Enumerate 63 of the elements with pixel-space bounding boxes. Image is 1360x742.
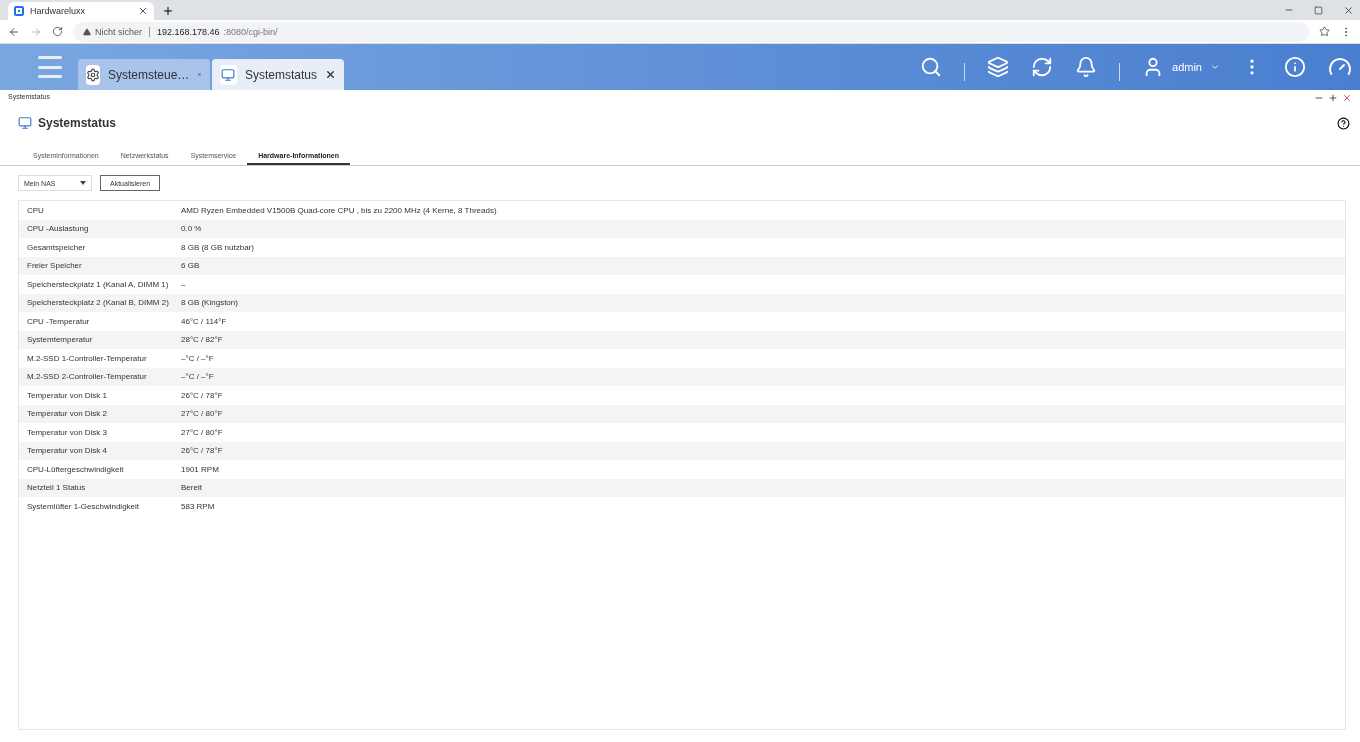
monitor-icon	[18, 116, 32, 130]
property-name: Temperatur von Disk 2	[26, 409, 109, 419]
address-field[interactable]: Nicht sicher 192.168.178.46 :8080/cgi-bin/	[73, 21, 1309, 42]
property-name: Speichersteckplatz 1 (Kanal A, DIMM 1)	[26, 279, 170, 289]
menu-icon[interactable]	[38, 56, 62, 78]
property-value: 6 GB	[181, 261, 201, 271]
monitor-icon	[221, 67, 236, 82]
property-value: 26°C / 78°F	[181, 446, 224, 456]
property-value: 27°C / 80°F	[181, 427, 224, 437]
property-value: –	[181, 279, 187, 289]
maximize-icon[interactable]	[1328, 93, 1338, 103]
maximize-icon[interactable]	[1314, 5, 1323, 15]
warning-icon	[83, 27, 91, 36]
close-icon[interactable]	[138, 6, 148, 16]
caret-icon	[1210, 62, 1220, 72]
close-icon[interactable]	[325, 68, 336, 81]
property-value: 27°C / 80°F	[181, 409, 224, 419]
info-icon[interactable]	[1284, 56, 1306, 78]
user-menu[interactable]: admin	[1142, 56, 1220, 78]
gear-icon	[86, 67, 100, 82]
property-name: Gesamtspeicher	[26, 242, 87, 252]
property-name: Temperatur von Disk 4	[26, 446, 109, 456]
back-icon[interactable]	[8, 25, 20, 38]
star-icon[interactable]	[1319, 26, 1330, 37]
property-name: M.2-SSD 2-Controller-Temperatur	[26, 372, 148, 382]
property-value: 26°C / 78°F	[181, 390, 224, 400]
property-name: Systemlüfter 1-Geschwindigkeit	[26, 501, 141, 511]
property-name: CPU -Auslastung	[26, 224, 90, 234]
property-value: –°C / –°F	[181, 353, 215, 363]
property-name: Netzteil 1 Status	[26, 483, 87, 493]
property-value: 8 GB (8 GB nutzbar)	[181, 242, 255, 252]
sync-icon[interactable]	[1031, 56, 1054, 78]
property-value: 1901 RPM	[181, 464, 220, 474]
caret-icon	[80, 181, 86, 185]
browser-tab[interactable]: Hardwareluxx	[8, 2, 154, 20]
reload-icon[interactable]	[52, 26, 63, 37]
property-name: CPU -Temperatur	[26, 316, 91, 326]
search-icon[interactable]	[920, 56, 943, 78]
property-name: Temperatur von Disk 3	[26, 427, 109, 437]
property-value: 46°C / 114°F	[181, 316, 228, 326]
property-value: 583 RPM	[181, 501, 216, 511]
property-value: Bereit	[181, 483, 203, 493]
app-tab[interactable]: Systemstatus	[212, 59, 344, 90]
property-value: –°C / –°F	[181, 372, 215, 382]
property-value: 28°C / 82°F	[181, 335, 224, 345]
bell-icon[interactable]	[1075, 56, 1098, 78]
close-icon[interactable]	[1343, 4, 1354, 16]
new-tab-icon[interactable]	[162, 5, 174, 17]
window-title: Systemstatus	[38, 116, 117, 130]
property-name: Systemtemperatur	[26, 335, 94, 345]
property-name: CPU-Lüftergeschwindigkeit	[26, 464, 125, 474]
property-value: 8 GB (Kingston)	[181, 298, 239, 308]
property-value: AMD Ryzen Embedded V1500B Quad-core CPU , bis zu 2200 MHz (4 Kerne, 8 Threads)	[181, 205, 498, 215]
property-name: Temperatur von Disk 1	[26, 390, 109, 400]
property-name: Speichersteckplatz 2 (Kanal B, DIMM 2)	[26, 298, 170, 308]
property-name: M.2-SSD 1-Controller-Temperatur	[26, 353, 148, 363]
layers-icon[interactable]	[987, 56, 1010, 78]
property-value: 0.0 %	[181, 224, 203, 234]
property-name: CPU	[26, 205, 45, 215]
favicon-icon	[14, 6, 24, 16]
property-name: Freier Speicher	[26, 261, 83, 271]
app-tab[interactable]: Systemsteue…	[78, 59, 210, 90]
help-icon[interactable]	[1337, 116, 1350, 130]
